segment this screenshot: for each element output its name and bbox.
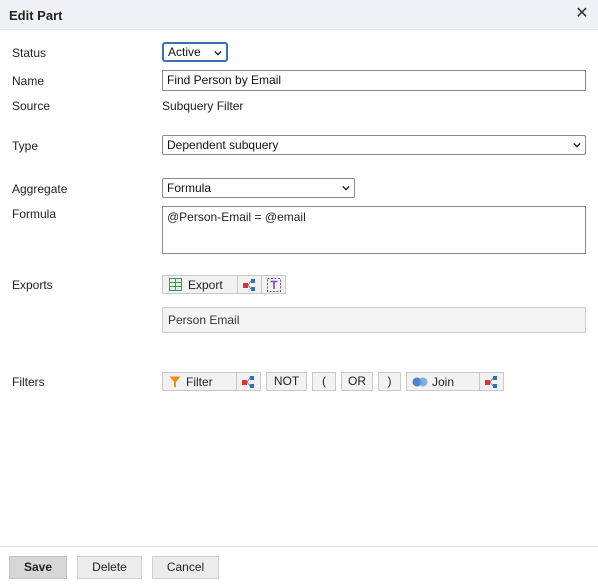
source-label: Source: [12, 99, 51, 113]
export-button[interactable]: Export: [162, 275, 238, 294]
filter-button-label: Filter: [186, 375, 213, 389]
exports-label: Exports: [12, 278, 53, 292]
export-item-label: Person Email: [168, 313, 240, 327]
export-button-label: Export: [188, 278, 223, 292]
relation-icon: [485, 376, 497, 388]
filters-label: Filters: [12, 375, 45, 389]
open-paren-button[interactable]: (: [312, 372, 336, 391]
export-text-button[interactable]: [261, 275, 286, 294]
aggregate-label: Aggregate: [12, 182, 68, 196]
name-input[interactable]: Find Person by Email: [162, 70, 586, 91]
source-value: Subquery Filter: [162, 99, 244, 113]
text-icon: [267, 278, 281, 292]
export-item[interactable]: Person Email: [162, 307, 586, 333]
close-icon[interactable]: ✕: [575, 6, 589, 22]
status-value: Active: [168, 45, 201, 59]
formula-textarea[interactable]: @Person-Email = @email: [162, 206, 586, 254]
status-label: Status: [12, 46, 47, 60]
join-icon: [412, 377, 428, 387]
not-button-label: NOT: [273, 374, 300, 388]
filter-button[interactable]: Filter: [162, 372, 237, 391]
dialog-titlebar: Edit Part ✕: [0, 0, 598, 30]
formula-label: Formula: [12, 207, 57, 221]
open-paren-label: (: [322, 374, 326, 388]
table-icon: [169, 278, 182, 291]
type-select[interactable]: Dependent subquery: [162, 135, 586, 155]
type-value: Dependent subquery: [167, 138, 279, 152]
join-button-label: Join: [432, 375, 455, 389]
aggregate-select[interactable]: Formula: [162, 178, 355, 198]
relation-icon: [242, 376, 254, 388]
relation-icon: [243, 279, 255, 291]
or-button-label: OR: [348, 374, 366, 388]
export-relation-button[interactable]: [237, 275, 262, 294]
close-paren-label: ): [387, 374, 392, 388]
dialog-title: Edit Part: [9, 8, 63, 23]
name-value: Find Person by Email: [167, 73, 282, 87]
not-button[interactable]: NOT: [266, 372, 307, 391]
close-paren-button[interactable]: ): [378, 372, 401, 391]
or-button[interactable]: OR: [341, 372, 373, 391]
join-relation-button[interactable]: [479, 372, 504, 391]
chevron-down-icon: [342, 185, 350, 191]
join-button[interactable]: Join: [406, 372, 480, 391]
chevron-down-icon: [214, 50, 222, 56]
cancel-button[interactable]: Cancel: [152, 556, 219, 579]
name-label: Name: [12, 74, 45, 88]
save-button[interactable]: Save: [9, 556, 67, 579]
funnel-icon: [169, 376, 181, 388]
filter-relation-button[interactable]: [236, 372, 261, 391]
delete-button[interactable]: Delete: [77, 556, 142, 579]
aggregate-value: Formula: [167, 181, 212, 195]
status-select[interactable]: Active: [162, 42, 228, 62]
formula-value: @Person-Email = @email: [167, 210, 306, 224]
type-label: Type: [12, 139, 39, 153]
chevron-down-icon: [573, 142, 581, 148]
